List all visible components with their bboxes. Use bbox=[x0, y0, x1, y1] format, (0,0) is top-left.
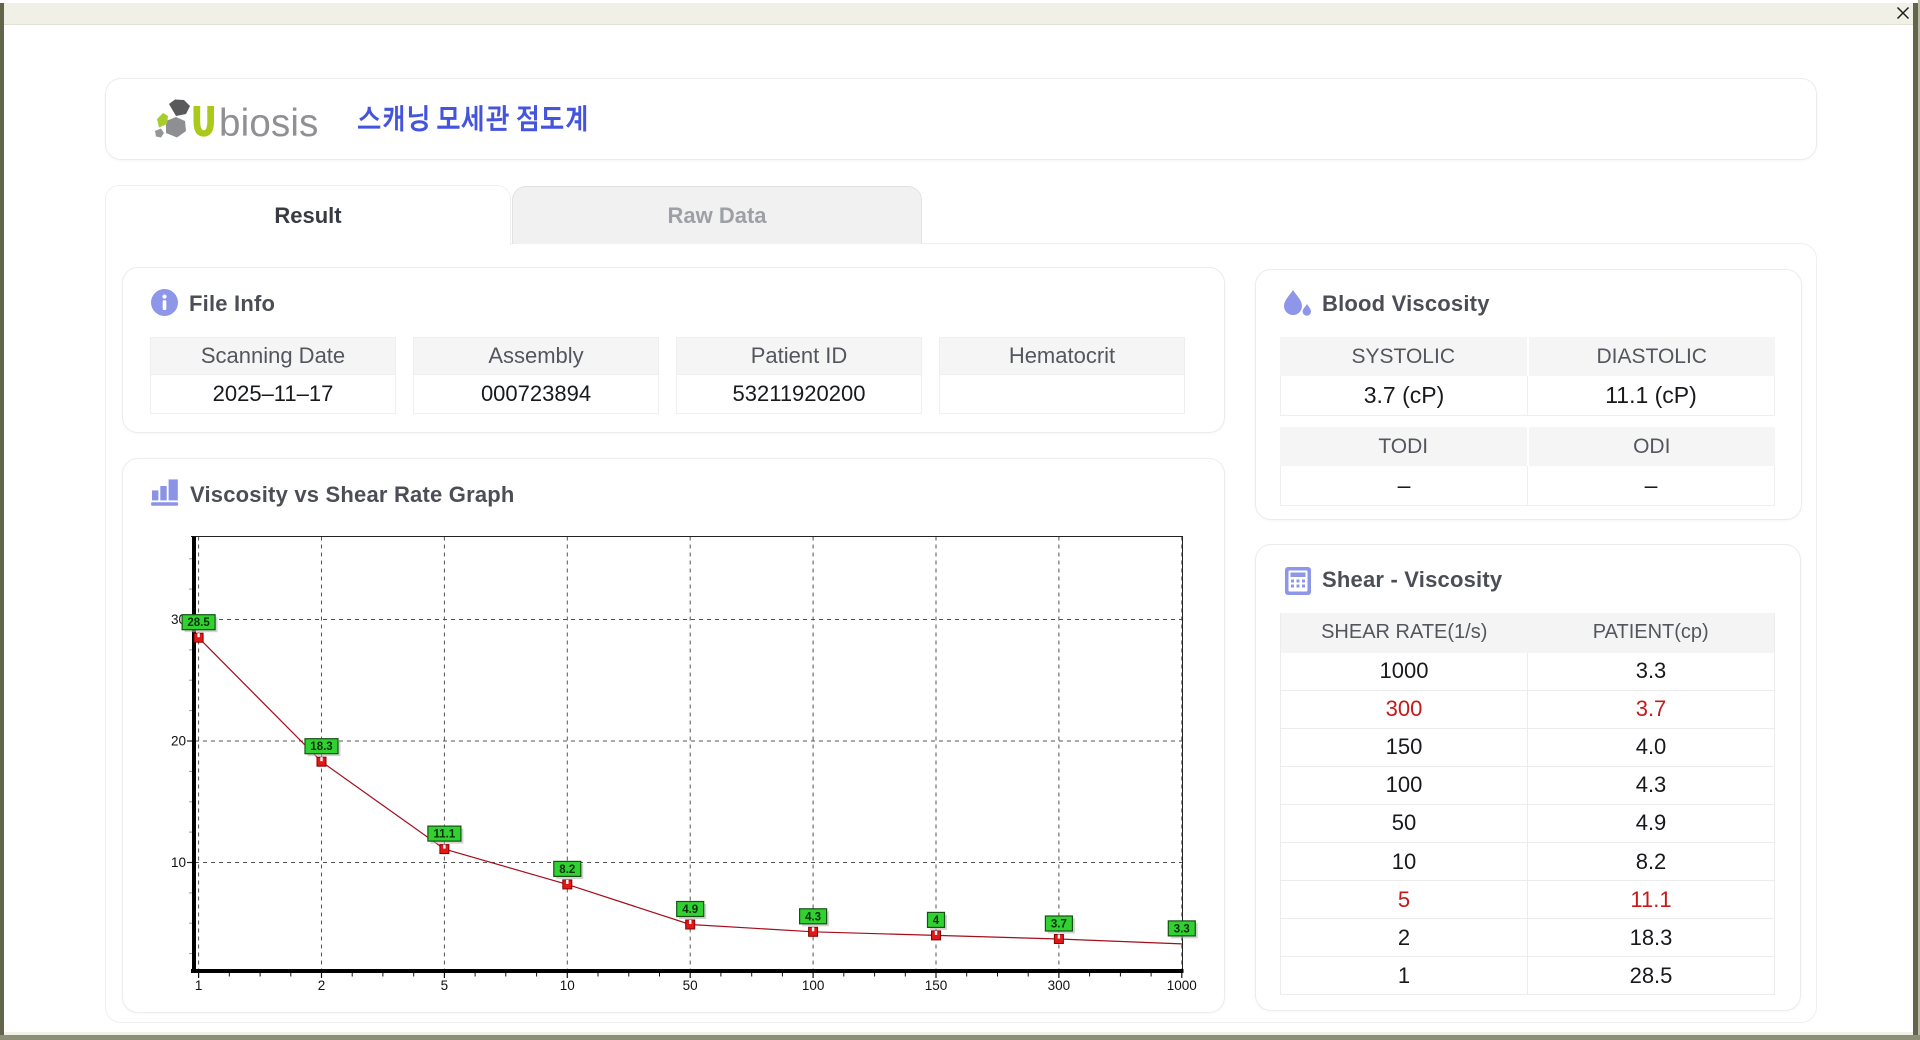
svg-text:3.7: 3.7 bbox=[1051, 919, 1067, 931]
svg-text:4.9: 4.9 bbox=[682, 904, 698, 916]
svg-text:2: 2 bbox=[318, 978, 326, 993]
svg-text:1000: 1000 bbox=[1167, 978, 1197, 993]
svg-text:50: 50 bbox=[683, 978, 698, 993]
svg-text:5: 5 bbox=[441, 978, 449, 993]
svg-text:8.2: 8.2 bbox=[559, 864, 575, 876]
svg-text:18.3: 18.3 bbox=[310, 741, 332, 753]
svg-text:20: 20 bbox=[171, 734, 186, 749]
svg-text:1: 1 bbox=[195, 978, 203, 993]
svg-text:biosis: biosis bbox=[219, 102, 319, 145]
svg-text:3.3: 3.3 bbox=[1174, 923, 1190, 935]
svg-text:4.3: 4.3 bbox=[805, 911, 821, 923]
svg-text:4: 4 bbox=[933, 915, 940, 927]
svg-text:11.1: 11.1 bbox=[434, 829, 456, 841]
svg-text:10: 10 bbox=[171, 855, 186, 870]
svg-text:300: 300 bbox=[1048, 978, 1071, 993]
svg-text:150: 150 bbox=[925, 978, 948, 993]
svg-text:28.5: 28.5 bbox=[187, 617, 210, 629]
svg-text:10: 10 bbox=[560, 978, 575, 993]
svg-text:100: 100 bbox=[802, 978, 825, 993]
